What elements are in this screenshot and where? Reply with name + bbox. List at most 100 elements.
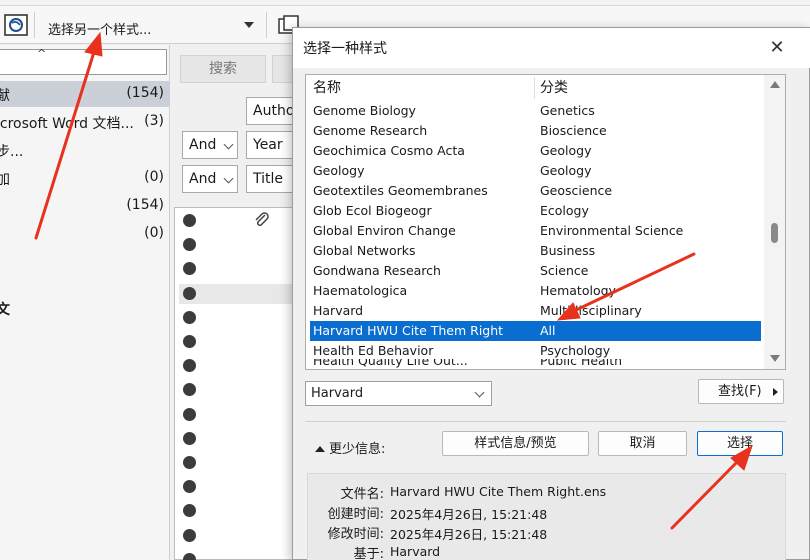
style-row[interactable]: Health Ed Behavior Psychology bbox=[310, 341, 761, 361]
group-label: 加 bbox=[0, 172, 10, 188]
output-style-select[interactable]: 选择另一个样式... bbox=[38, 15, 260, 41]
column-header-name[interactable]: 名称 bbox=[313, 75, 341, 101]
scroll-down-icon[interactable] bbox=[770, 355, 780, 362]
style-name: Glob Ecol Biogeogr bbox=[313, 203, 432, 218]
style-row-partial[interactable]: Health Quality Life Out... Public Health bbox=[310, 359, 761, 369]
read-status-dot-icon bbox=[183, 504, 196, 518]
read-status-dot-icon bbox=[183, 456, 196, 469]
chevron-down-icon bbox=[223, 139, 234, 150]
style-row[interactable]: Glob Ecol Biogeogr Ecology bbox=[310, 201, 761, 221]
toolbar-separator bbox=[266, 12, 267, 38]
style-row[interactable]: Genome Research Bioscience bbox=[310, 121, 761, 141]
column-divider[interactable] bbox=[534, 77, 535, 99]
read-status-dot-icon bbox=[183, 335, 196, 348]
style-row[interactable]: Harvard Multidisciplinary bbox=[310, 301, 761, 321]
style-name: Genome Biology bbox=[313, 103, 416, 118]
style-row[interactable]: Global Networks Business bbox=[310, 241, 761, 261]
style-category: Genetics bbox=[540, 103, 595, 118]
style-row[interactable]: Geotextiles Geomembranes Geoscience bbox=[310, 181, 761, 201]
created-value: 2025年4月26日, 15:21:48 bbox=[390, 507, 548, 522]
less-info-toggle[interactable]: 更少信息: bbox=[315, 438, 385, 457]
read-status-dot-icon bbox=[183, 262, 196, 276]
find-button[interactable]: 查找(F) bbox=[698, 379, 784, 404]
style-category: Hematology bbox=[540, 283, 616, 298]
style-list[interactable]: 名称 分类 Genome Biology Genetics Genome Rese… bbox=[305, 74, 786, 370]
toolbar-separator bbox=[34, 12, 35, 38]
style-row[interactable]: Gondwana Research Science bbox=[310, 261, 761, 281]
table-row-selected[interactable] bbox=[179, 284, 297, 304]
operator-select-1[interactable]: And bbox=[182, 131, 238, 159]
style-category: Psychology bbox=[540, 343, 611, 358]
created-label: 创建时间: bbox=[327, 507, 384, 522]
scrollbar-thumb[interactable] bbox=[771, 223, 778, 243]
group-trash[interactable]: (0) bbox=[0, 221, 170, 247]
group-label: icrosoft Word 文档... bbox=[0, 116, 134, 132]
style-name: Haematologica bbox=[313, 283, 408, 298]
modified-label: 修改时间: bbox=[327, 527, 384, 542]
group-count: (154) bbox=[126, 85, 164, 101]
group-sync[interactable]: 步... bbox=[0, 137, 170, 163]
chevron-down-icon[interactable] bbox=[244, 22, 254, 28]
style-name: Geology bbox=[313, 163, 365, 178]
read-status-dot-icon bbox=[183, 238, 196, 252]
style-row[interactable]: Geology Geology bbox=[310, 161, 761, 181]
style-row[interactable]: Global Environ Change Environmental Scien… bbox=[310, 221, 761, 241]
style-row[interactable]: Genome Biology Genetics bbox=[310, 101, 761, 121]
style-filter-value: Harvard bbox=[311, 386, 364, 401]
read-status-dot-icon bbox=[183, 310, 196, 324]
cancel-button[interactable]: 取消 bbox=[598, 431, 687, 456]
collapse-caret-icon[interactable]: ^ bbox=[37, 47, 46, 60]
style-list-scrollbar[interactable] bbox=[764, 75, 785, 369]
style-category: Multidisciplinary bbox=[540, 303, 642, 318]
group-label: 献 bbox=[0, 88, 10, 104]
style-category: Geoscience bbox=[540, 183, 613, 198]
group-count: (0) bbox=[144, 169, 164, 185]
group-word-docs[interactable]: icrosoft Word 文档... (3) bbox=[0, 109, 170, 135]
collapse-up-icon bbox=[315, 446, 325, 452]
style-name: Harvard bbox=[313, 303, 364, 318]
style-info-preview-button[interactable]: 样式信息/预览 bbox=[442, 431, 589, 456]
read-status-dot-icon bbox=[183, 214, 196, 227]
find-button-label: 查找(F) bbox=[718, 384, 762, 399]
style-category: Bioscience bbox=[540, 123, 607, 138]
operator-value: And bbox=[189, 171, 217, 187]
reference-list bbox=[174, 207, 297, 560]
read-status-dot-icon bbox=[183, 431, 196, 445]
style-row-selected[interactable]: Harvard HWU Cite Them Right All bbox=[310, 321, 761, 341]
group-all-references[interactable]: 献 (154) bbox=[0, 81, 170, 107]
group-section-heading: 文 bbox=[0, 295, 170, 321]
read-status-dot-icon bbox=[183, 286, 196, 300]
column-header-category[interactable]: 分类 bbox=[540, 75, 568, 101]
group-label: 文 bbox=[0, 302, 10, 318]
style-row[interactable]: Haematologica Hematology bbox=[310, 281, 761, 301]
group-recently-added[interactable]: 加 (0) bbox=[0, 165, 170, 191]
style-name: Health Ed Behavior bbox=[313, 343, 434, 358]
paperclip-icon bbox=[255, 212, 269, 227]
operator-select-2[interactable]: And bbox=[182, 165, 238, 193]
read-status-dot-icon bbox=[183, 407, 196, 421]
style-row[interactable]: Geochimica Cosmo Acta Geology bbox=[310, 141, 761, 161]
chevron-down-icon bbox=[223, 173, 234, 184]
file-name-label: 文件名: bbox=[340, 487, 384, 502]
dialog-title: 选择一种样式 bbox=[303, 41, 387, 57]
scroll-up-icon[interactable] bbox=[770, 81, 780, 88]
style-name: Geochimica Cosmo Acta bbox=[313, 143, 465, 158]
dialog-titlebar: 选择一种样式 ✕ bbox=[293, 28, 810, 68]
style-name: Genome Research bbox=[313, 123, 428, 138]
style-filter-select[interactable]: Harvard bbox=[305, 381, 492, 406]
read-status-dot-icon bbox=[183, 359, 196, 373]
divider bbox=[305, 421, 786, 422]
style-name: Global Networks bbox=[313, 243, 416, 258]
based-on-label: 基于: bbox=[353, 547, 384, 560]
search-button[interactable]: 搜索 bbox=[180, 55, 266, 83]
group-unfiled[interactable]: (154) bbox=[0, 193, 170, 219]
style-category: Environmental Science bbox=[540, 223, 684, 238]
read-status-dot-icon bbox=[183, 383, 196, 397]
library-icon[interactable] bbox=[4, 13, 28, 37]
close-icon[interactable]: ✕ bbox=[763, 34, 791, 62]
choose-button[interactable]: 选择 bbox=[697, 431, 783, 456]
modified-value: 2025年4月26日, 15:21:48 bbox=[390, 527, 548, 542]
chevron-down-icon bbox=[474, 387, 485, 398]
groups-panel: ^ 献 (154) icrosoft Word 文档... (3) 步... 加… bbox=[0, 45, 170, 560]
groups-search-field[interactable]: ^ bbox=[0, 47, 167, 75]
